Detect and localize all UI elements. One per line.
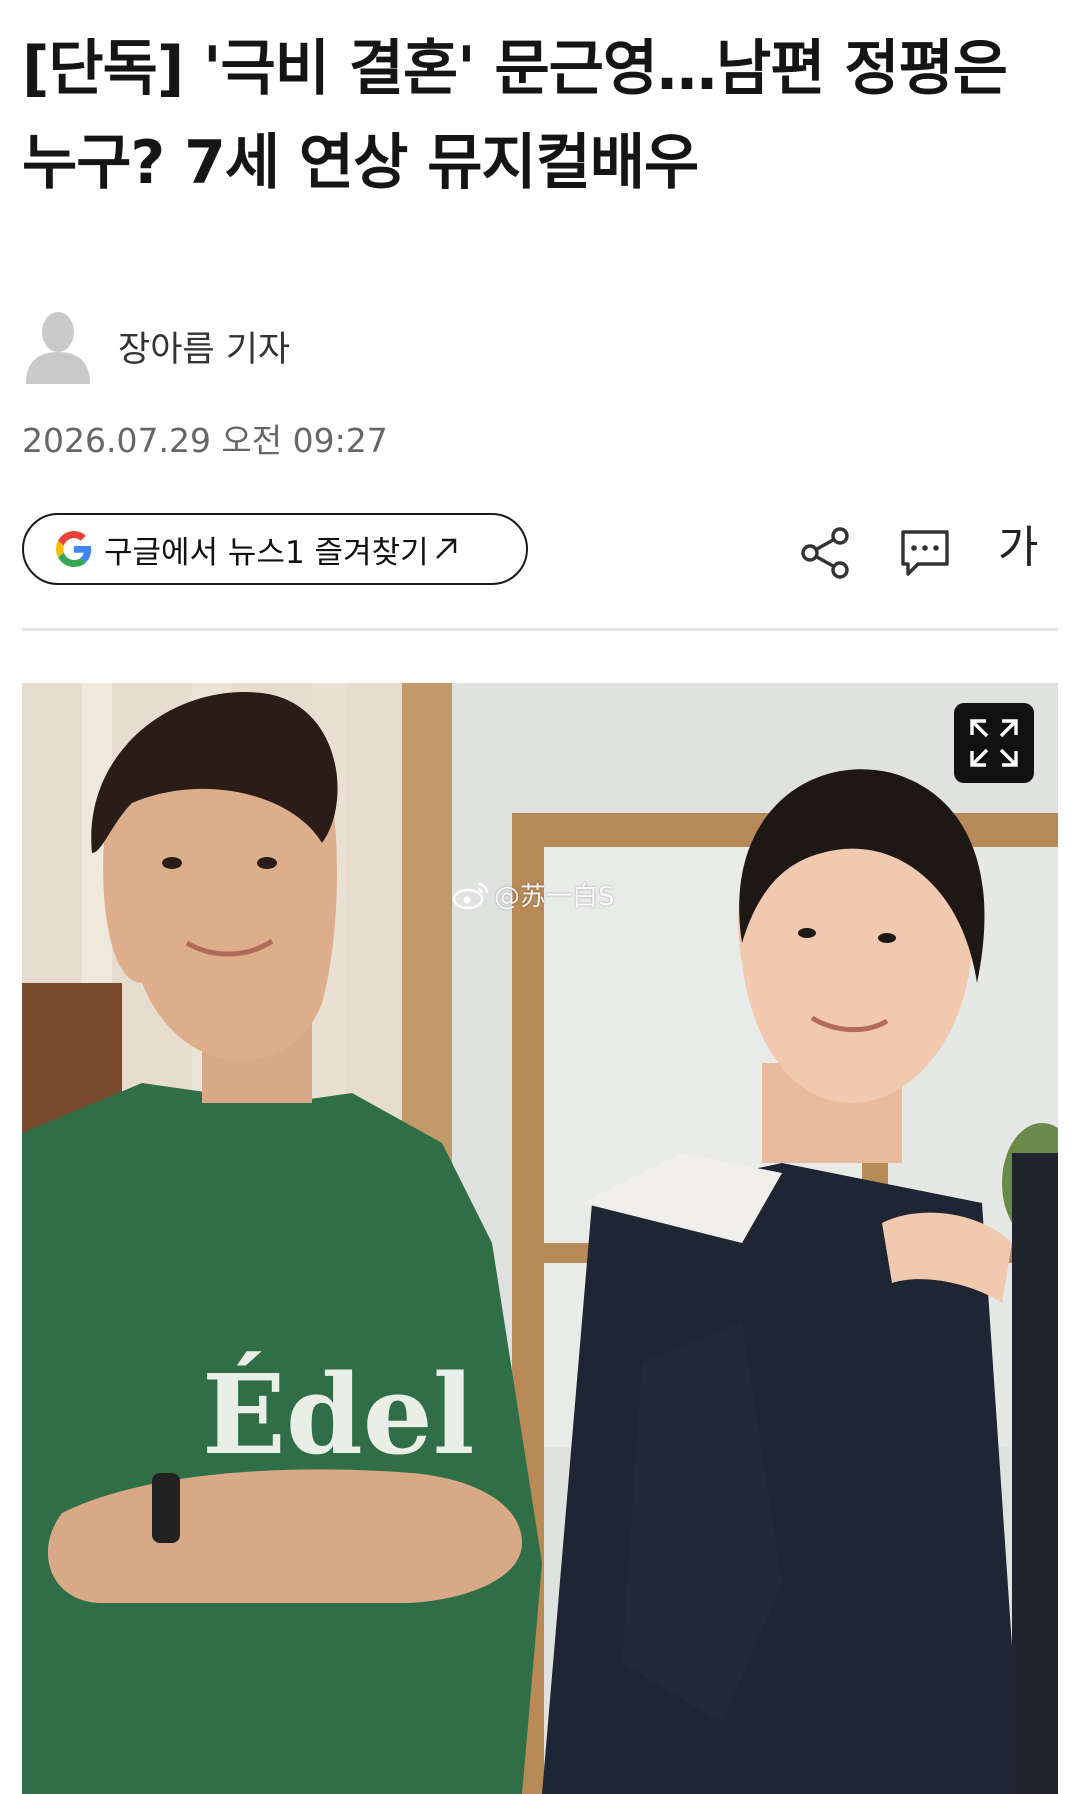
font-size-button[interactable]: 가 [998,518,1038,578]
google-news-favorite-button[interactable]: 구글에서 뉴스1 즐겨찾기 [22,513,528,585]
google-logo-icon [56,531,92,567]
watermark-text: @苏一白S [494,882,615,912]
author-byline: 장아름 기자 [22,308,290,384]
article-photo[interactable]: Édel @苏一白S [22,683,1058,1794]
expand-photo-button[interactable] [954,703,1034,783]
external-arrow-icon [435,538,456,559]
author-avatar-icon [26,312,90,384]
photo-scene: Édel [22,683,1058,1794]
shirt-print-text: Édel [202,1350,475,1479]
comment-icon[interactable] [898,526,952,580]
share-icon[interactable] [798,526,852,580]
header-divider [22,628,1058,631]
google-button-label: 구글에서 뉴스1 즐겨찾기 [104,534,429,571]
watermark: @苏一白S [452,876,615,913]
weibo-icon [452,882,489,909]
author-name[interactable]: 장아름 기자 [118,321,290,372]
expand-icon [970,719,1018,767]
article-headline: [단독] '극비 결혼' 문근영…남편 정평은 누구? 7세 연상 뮤지컬배우 [22,34,1008,198]
publish-timestamp: 2026.07.29 오전 09:27 [22,421,388,460]
